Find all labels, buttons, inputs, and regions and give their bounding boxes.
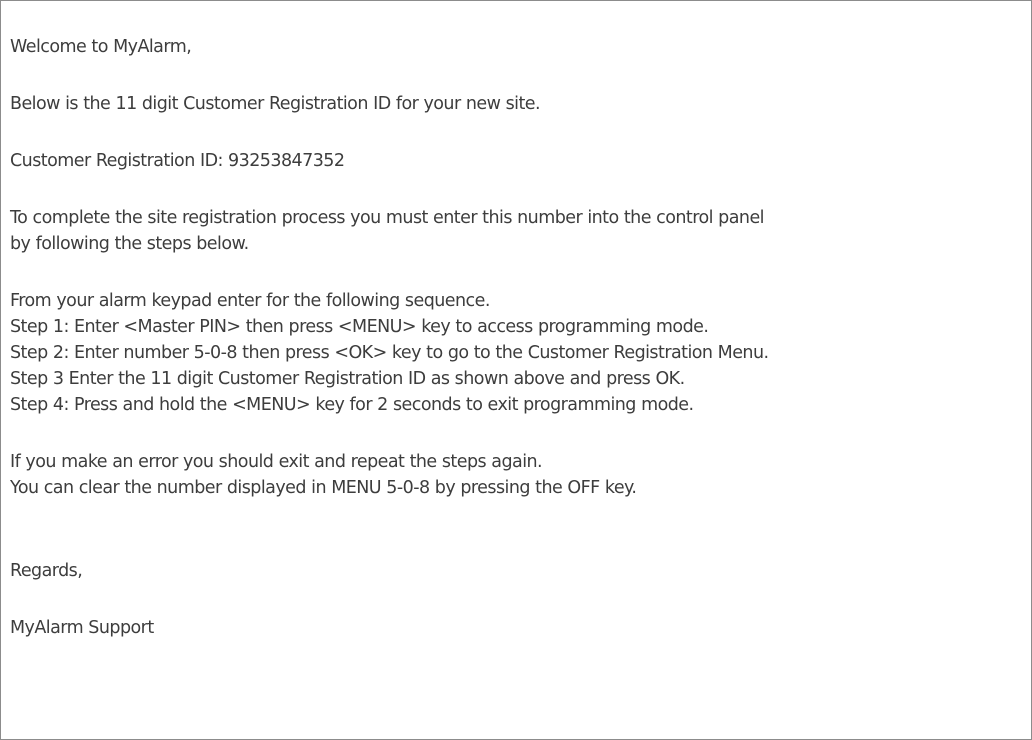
instruction-line-1: To complete the site registration proces… [10, 208, 765, 228]
signature-text: MyAlarm Support [10, 618, 154, 638]
error-paragraph: If you make an error you should exit and… [10, 449, 1023, 501]
error-line-2: You can clear the number displayed in ME… [10, 478, 637, 498]
sequence-intro-text: From your alarm keypad enter for the fol… [10, 291, 490, 311]
step-4-text: Step 4: Press and hold the <MENU> key fo… [10, 395, 694, 415]
instruction-paragraph: To complete the site registration proces… [10, 205, 1023, 257]
intro-text: Below is the 11 digit Customer Registrat… [10, 94, 541, 114]
step-1-text: Step 1: Enter <Master PIN> then press <M… [10, 317, 709, 337]
greeting-text: Welcome to MyAlarm, [10, 37, 192, 57]
error-line-1: If you make an error you should exit and… [10, 452, 543, 472]
closing-text: Regards, [10, 561, 83, 581]
registration-id-text: Customer Registration ID: 93253847352 [10, 151, 345, 171]
email-message-frame: Welcome to MyAlarm, Below is the 11 digi… [0, 0, 1032, 740]
steps-paragraph: From your alarm keypad enter for the fol… [10, 288, 1023, 418]
instruction-line-2: by following the steps below. [10, 234, 249, 254]
email-body: Welcome to MyAlarm, Below is the 11 digi… [10, 34, 1023, 641]
step-2-text: Step 2: Enter number 5-0-8 then press <O… [10, 343, 769, 363]
step-3-text: Step 3 Enter the 11 digit Customer Regis… [10, 369, 685, 389]
